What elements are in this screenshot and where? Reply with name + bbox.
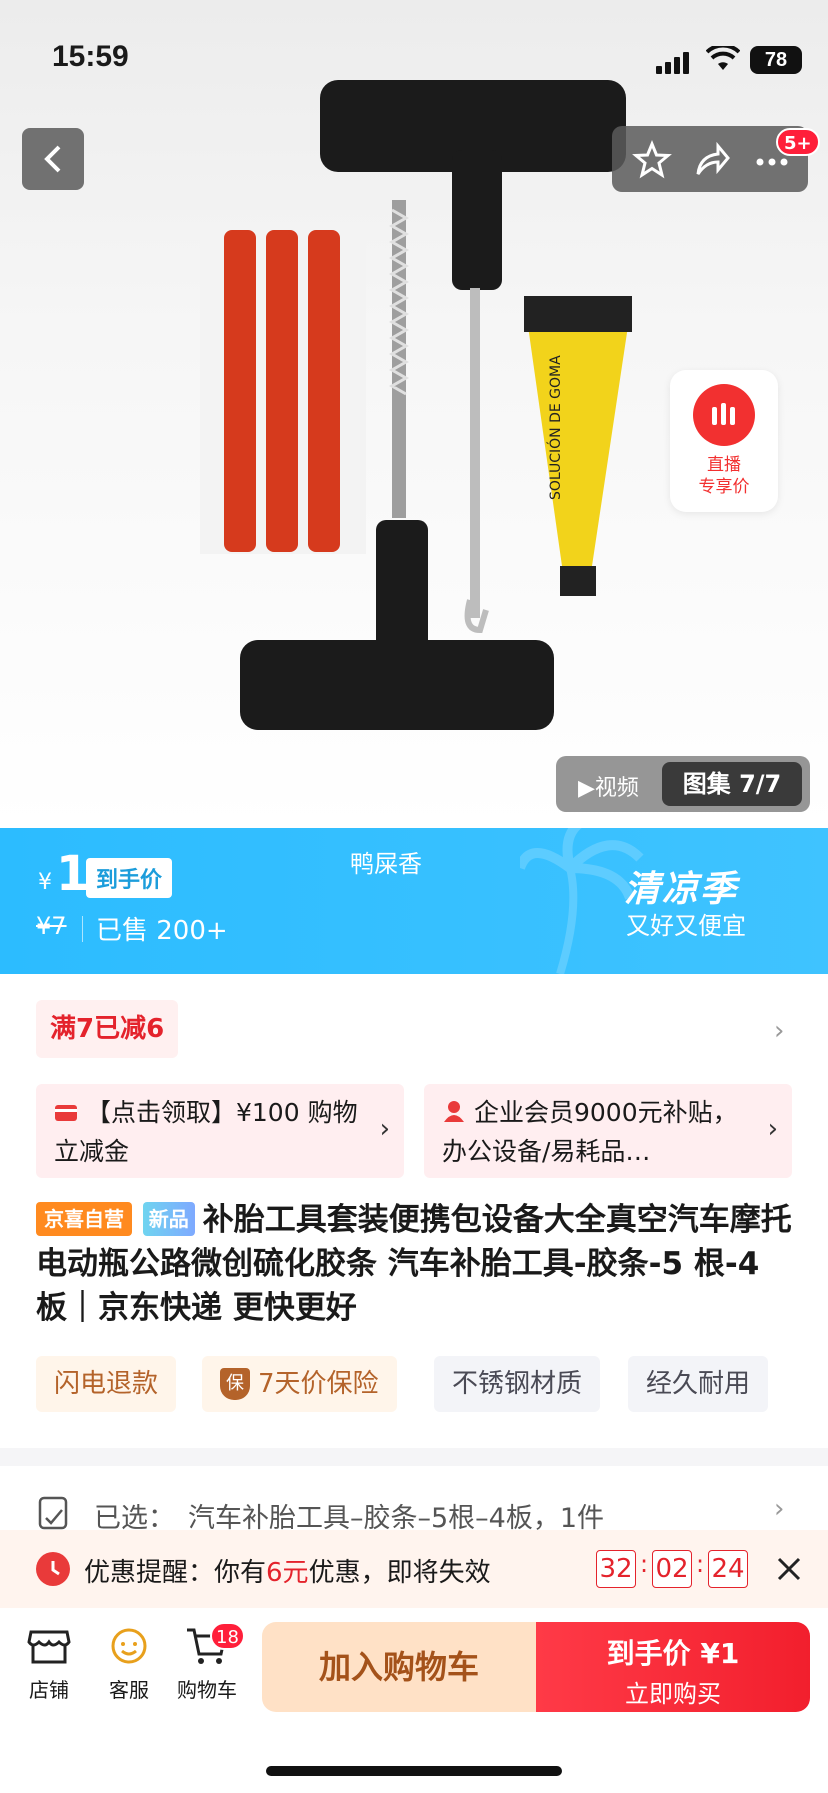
- play-icon: ▶: [578, 776, 595, 801]
- product-image-carousel[interactable]: SOLUCIÓN DE GOMA 15:59 78 5+ 直播 专享价 ▶视频 …: [0, 0, 828, 828]
- coupon-card[interactable]: 【点击领取】¥100 购物立减金 ›: [36, 1084, 404, 1178]
- section-divider: [0, 1448, 828, 1466]
- live-price-button[interactable]: 直播 专享价: [670, 370, 778, 512]
- enterprise-coupon-card[interactable]: 企业会员9000元补贴，办公设备/易耗品… ›: [424, 1084, 792, 1178]
- video-tab[interactable]: ▶视频: [578, 770, 639, 802]
- store-label: 店铺: [29, 1678, 69, 1702]
- add-to-cart-button[interactable]: 加入购物车: [262, 1622, 536, 1712]
- feature-label: 7天价保险: [258, 1369, 379, 1399]
- status-bar: 15:59 78: [0, 0, 828, 110]
- product-title: 京喜自营 新品 补胎工具套装便携包设备大全真空汽车摩托电动瓶公路微创硫化胶条 汽车…: [36, 1198, 792, 1330]
- customer-service-icon: [111, 1628, 147, 1664]
- season-title: 清凉季: [624, 869, 739, 910]
- album-tab[interactable]: 图集 7/7: [662, 762, 802, 806]
- star-icon[interactable]: [632, 140, 672, 180]
- back-button[interactable]: [22, 128, 84, 190]
- new-badge: 新品: [142, 1202, 195, 1236]
- timer-minutes: 02: [652, 1550, 692, 1588]
- season-subtitle: 又好又便宜: [626, 912, 746, 940]
- video-label: 视频: [594, 776, 639, 801]
- svg-text:SOLUCIÓN DE GOMA: SOLUCIÓN DE GOMA: [546, 355, 564, 500]
- live-icon: [693, 384, 755, 446]
- share-icon[interactable]: [692, 140, 732, 180]
- promo-chevron-icon[interactable]: ›: [774, 1016, 784, 1046]
- store-icon: [27, 1630, 71, 1664]
- spec-icon: [38, 1496, 68, 1530]
- cart-label: 购物车: [177, 1678, 237, 1702]
- buy-now-label: 立即购买: [625, 1680, 721, 1708]
- user-icon: [442, 1095, 466, 1133]
- reminder-amount: 6元: [266, 1558, 309, 1588]
- gallery-switch: ▶视频 图集 7/7: [556, 756, 810, 812]
- chevron-left-icon: [44, 145, 61, 173]
- buy-price-label: 到手价 ¥1: [606, 1637, 740, 1670]
- service-button[interactable]: 客服: [94, 1626, 164, 1703]
- promo-tag[interactable]: 满7已减6: [36, 1000, 179, 1058]
- feature-tag[interactable]: 保 7天价保险: [202, 1356, 397, 1412]
- self-operated-badge: 京喜自营: [36, 1202, 132, 1236]
- feature-tag[interactable]: 闪电退款: [36, 1356, 177, 1412]
- clock-icon: [36, 1552, 70, 1586]
- shop-name[interactable]: 鸭屎香: [350, 844, 422, 879]
- live-label-2: 专享价: [698, 477, 750, 497]
- message-badge: 5+: [776, 128, 820, 156]
- wifi-icon: [706, 46, 740, 70]
- timer-colon: :: [696, 1550, 705, 1578]
- timer-colon: :: [640, 1550, 649, 1578]
- price-banner: ¥ 1 到手价 ¥7 已售 200+ 鸭屎香 清凉季 又好又便宜: [0, 828, 828, 974]
- buy-now-button[interactable]: 到手价 ¥1 立即购买: [536, 1622, 810, 1712]
- chevron-right-icon: ›: [379, 1114, 390, 1144]
- feature-tag[interactable]: 不锈钢材质: [434, 1356, 601, 1412]
- battery-indicator: 78: [750, 46, 802, 74]
- reminder-text: 优惠提醒：你有6元优惠，即将失效: [84, 1552, 491, 1589]
- card-icon: [54, 1095, 78, 1133]
- sold-count: 已售 200+: [96, 916, 228, 946]
- bottom-action-bar: 店铺 客服 购物车 18 加入购物车 到手价 ¥1 立即购买: [0, 1608, 828, 1793]
- service-label: 客服: [109, 1678, 149, 1702]
- original-price: ¥7: [36, 912, 67, 940]
- discount-reminder: 优惠提醒：你有6元优惠，即将失效 32 : 02 : 24: [0, 1530, 828, 1608]
- coupon-text: 【点击领取】¥100 购物立减金: [54, 1098, 358, 1166]
- coupon-text: 企业会员9000元补贴，办公设备/易耗品…: [442, 1098, 738, 1166]
- cart-count-badge: 18: [210, 1622, 245, 1650]
- home-indicator[interactable]: [266, 1766, 562, 1776]
- price-tag: 到手价: [86, 858, 173, 898]
- close-icon[interactable]: [776, 1556, 802, 1582]
- live-label-1: 直播: [707, 455, 741, 475]
- signal-icon: [656, 52, 689, 74]
- price-divider: [82, 916, 83, 942]
- currency-symbol: ¥: [38, 870, 52, 895]
- chevron-right-icon: ›: [774, 1494, 785, 1524]
- timer-seconds: 24: [708, 1550, 748, 1588]
- price-amount: 1: [56, 846, 90, 902]
- chevron-right-icon: ›: [767, 1114, 778, 1144]
- reminder-suffix: 优惠，即将失效: [308, 1558, 491, 1588]
- feature-tag[interactable]: 经久耐用: [628, 1356, 769, 1412]
- timer-hours: 32: [596, 1550, 636, 1588]
- store-button[interactable]: 店铺: [14, 1626, 84, 1703]
- status-time: 15:59: [52, 40, 129, 73]
- shield-icon: 保: [220, 1368, 250, 1400]
- reminder-prefix: 优惠提醒：你有: [84, 1558, 267, 1588]
